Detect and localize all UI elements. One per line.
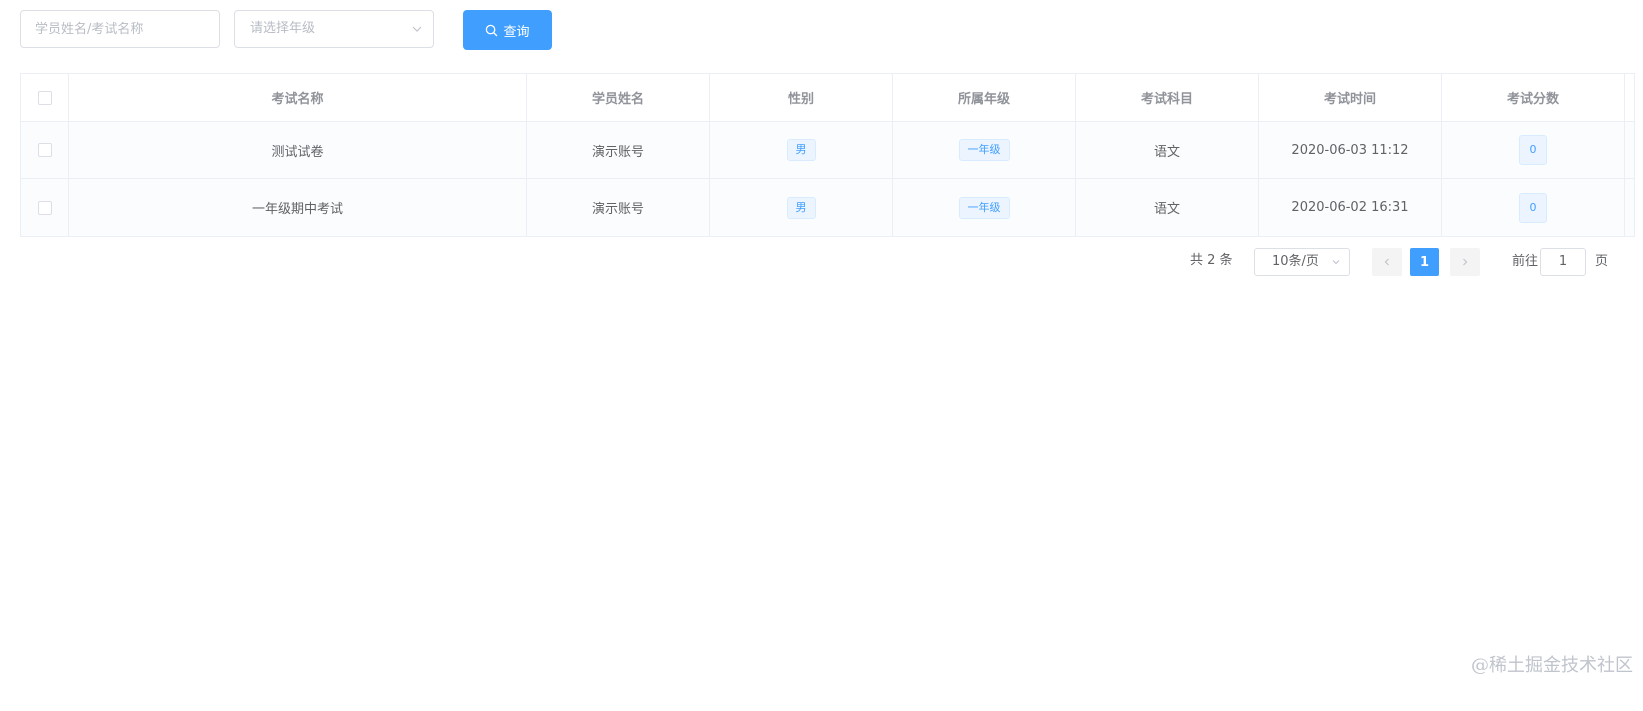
grade-select-placeholder: 请选择年级 — [250, 21, 316, 36]
student-name-cell: 演示账号 — [527, 179, 710, 236]
gender-cell: 男 — [710, 122, 893, 178]
column-header-score: 考试分数 — [1442, 74, 1625, 121]
gender-cell: 男 — [710, 179, 893, 236]
page-number-button[interactable]: 1 — [1410, 248, 1439, 276]
row-checkbox-cell — [21, 179, 69, 236]
subject-cell: 语文 — [1076, 122, 1259, 178]
next-page-button[interactable] — [1450, 248, 1480, 276]
grade-tag: 一年级 — [958, 196, 1010, 219]
score-cell: 0 — [1442, 122, 1625, 178]
row-checkbox[interactable] — [37, 200, 52, 215]
exam-time-cell: 2020-06-02 16:31 — [1259, 179, 1442, 236]
gender-tag: 男 — [786, 139, 816, 161]
subject-cell: 语文 — [1076, 179, 1259, 236]
gender-tag: 男 — [786, 196, 816, 219]
score-tag: 0 — [1519, 192, 1547, 223]
table-header: 考试名称 学员姓名 性别 所属年级 考试科目 考试时间 考试分数 — [21, 74, 1634, 122]
chevron-left-icon — [1384, 258, 1389, 266]
column-header-grade: 所属年级 — [893, 74, 1076, 121]
score-cell: 0 — [1442, 179, 1625, 236]
pagination-total: 共 2 条 — [1190, 253, 1233, 268]
score-tag: 0 — [1519, 135, 1547, 165]
grade-cell: 一年级 — [893, 122, 1076, 178]
column-header-subject: 考试科目 — [1076, 74, 1259, 121]
row-checkbox-cell — [21, 122, 69, 178]
table-row[interactable]: 一年级期中考试 演示账号 男 一年级 语文 2020-06-02 16:31 0 — [21, 179, 1634, 236]
exam-table: 考试名称 学员姓名 性别 所属年级 考试科目 考试时间 考试分数 测试试卷 演示… — [20, 73, 1635, 237]
column-header-gender: 性别 — [710, 74, 893, 121]
grade-select[interactable]: 请选择年级 — [234, 10, 434, 48]
select-all-checkbox[interactable] — [37, 90, 52, 105]
student-name-cell: 演示账号 — [527, 122, 710, 178]
column-header-exam-time: 考试时间 — [1259, 74, 1442, 121]
search-input[interactable] — [21, 11, 219, 47]
exam-name-cell: 测试试卷 — [69, 122, 527, 178]
table-row[interactable]: 测试试卷 演示账号 男 一年级 语文 2020-06-03 11:12 0 — [21, 122, 1634, 179]
chevron-down-icon — [412, 26, 422, 32]
watermark: @稀土掘金技术社区 — [1471, 655, 1633, 676]
search-icon — [486, 24, 498, 36]
prev-page-button[interactable] — [1372, 248, 1402, 276]
row-spacer — [1625, 122, 1634, 178]
query-button-label: 查询 — [503, 24, 530, 40]
row-spacer — [1625, 179, 1634, 236]
pagination: 共 2 条 10条/页 1 前往 1 页 — [1190, 248, 1630, 276]
chevron-down-icon — [1332, 260, 1340, 265]
goto-page-input[interactable]: 1 — [1540, 248, 1586, 276]
chevron-right-icon — [1463, 258, 1468, 266]
search-input-wrapper[interactable] — [20, 10, 220, 48]
header-checkbox-cell — [21, 74, 69, 121]
toolbar: 请选择年级 查询 — [20, 10, 1620, 50]
row-checkbox[interactable] — [37, 143, 52, 157]
page-size-select[interactable]: 10条/页 — [1254, 248, 1350, 276]
exam-name-cell: 一年级期中考试 — [69, 179, 527, 236]
column-header-spacer — [1625, 74, 1634, 121]
grade-tag: 一年级 — [958, 139, 1010, 161]
column-header-student-name: 学员姓名 — [527, 74, 710, 121]
column-header-exam-name: 考试名称 — [69, 74, 527, 121]
page-size-value: 10条/页 — [1272, 254, 1319, 269]
goto-label: 前往 — [1512, 254, 1539, 269]
query-button[interactable]: 查询 — [463, 10, 552, 50]
exam-time-cell: 2020-06-03 11:12 — [1259, 122, 1442, 178]
grade-cell: 一年级 — [893, 179, 1076, 236]
goto-suffix: 页 — [1595, 254, 1609, 269]
